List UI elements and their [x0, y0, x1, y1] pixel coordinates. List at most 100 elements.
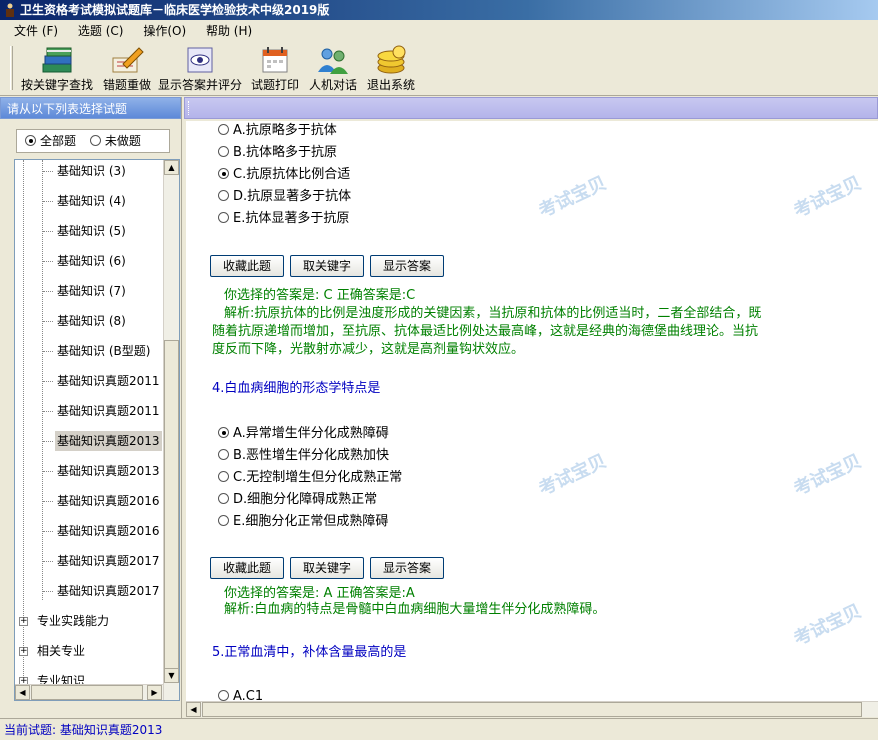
- tree-leaf[interactable]: 基础知识 (4): [15, 191, 165, 211]
- menu-file[interactable]: 文件 (F): [6, 20, 66, 42]
- tree-leaf[interactable]: 基础知识 (B型题): [15, 341, 165, 361]
- toolbar: 按关键字查找 错题重做 显示答案并评分 试题打印 人机对话 退出系统: [0, 42, 878, 96]
- tree-horizontal-scrollbar[interactable]: ◀ ▶: [15, 684, 163, 700]
- expand-plus-icon[interactable]: +: [19, 647, 28, 656]
- tree-leaf-selected[interactable]: 基础知识真题2013: [15, 431, 165, 451]
- tree-leaf[interactable]: 基础知识 (3): [15, 161, 165, 181]
- tree-leaf[interactable]: 基础知识真题2011 (B型: [15, 401, 179, 421]
- tree-leaf[interactable]: 基础知识真题2017 (B型: [15, 581, 179, 601]
- watermark: 考试宝贝: [790, 600, 865, 651]
- q3-option-b[interactable]: B.抗体略多于抗原: [218, 143, 337, 163]
- q3-answer: 你选择的答案是: C 正确答案是:C: [224, 288, 416, 303]
- q4-radio-d[interactable]: [218, 493, 229, 504]
- menu-select[interactable]: 选题 (C): [70, 20, 132, 42]
- q3-explain-line-1: 解析:抗原抗体的比例是浊度形成的关键因素，当抗原和抗体的比例适当时，二者全部结合…: [224, 306, 762, 321]
- tree-leaf[interactable]: 基础知识真题2017: [15, 551, 165, 571]
- scroll-left-icon[interactable]: ◀: [15, 685, 30, 700]
- q4-question: 4.白血病细胞的形态学特点是: [212, 381, 381, 396]
- filter-all-option[interactable]: 全部题: [25, 130, 76, 152]
- q3-keyword-button[interactable]: 取关键字: [290, 255, 364, 277]
- tree-leaf[interactable]: 基础知识 (5): [15, 221, 165, 241]
- menu-operate[interactable]: 操作(O): [135, 20, 194, 42]
- menu-help[interactable]: 帮助 (H): [198, 20, 260, 42]
- q3-option-d[interactable]: D.抗原显著多于抗体: [218, 187, 351, 207]
- answer-eye-icon: [187, 47, 213, 73]
- tree-leaf[interactable]: 基础知识 (8): [15, 311, 165, 331]
- q3-explain-line-3: 度反而下降，光散射亦减少，这就是高剂量钩状效应。: [212, 342, 525, 357]
- q4-option-a[interactable]: A.异常增生伴分化成熟障碍: [218, 424, 389, 444]
- tree-leaf[interactable]: 基础知识真题2011: [15, 371, 165, 391]
- scroll-right-icon[interactable]: ▶: [147, 685, 162, 700]
- question-tree: 基础知识 (3) 基础知识 (4) 基础知识 (5) 基础知识 (6) 基础知识…: [14, 159, 180, 701]
- scroll-down-icon[interactable]: ▼: [164, 668, 179, 683]
- q3-radio-e[interactable]: [218, 212, 229, 223]
- status-bar: 当前试题: 基础知识真题2013: [0, 718, 878, 740]
- content-panel-header: [184, 97, 878, 119]
- tree-vertical-scrollbar[interactable]: ▲ ▼: [163, 160, 179, 700]
- watermark: 考试宝贝: [535, 172, 610, 223]
- q4-radio-e[interactable]: [218, 515, 229, 526]
- watermark: 考试宝贝: [535, 450, 610, 501]
- app-icon: [6, 3, 14, 17]
- q4-explain: 解析:白血病的特点是骨髓中白血病细胞大量增生伴分化成熟障碍。: [224, 602, 606, 617]
- title-bar: 卫生资格考试模拟试题库－临床医学检验技术中级2019版: [0, 0, 878, 20]
- q3-option-a[interactable]: A.抗原略多于抗体: [218, 121, 337, 141]
- q4-option-c[interactable]: C.无控制增生但分化成熟正常: [218, 468, 402, 488]
- question-list-panel: 请从以下列表选择试题 全部题 未做题 基础知识 (3) 基础知识 (4) 基础知…: [0, 97, 182, 718]
- coins-exit-icon: [377, 45, 406, 74]
- q4-show-answer-button[interactable]: 显示答案: [370, 557, 444, 579]
- q3-option-e[interactable]: E.抗体显著多于抗原: [218, 209, 349, 229]
- q3-radio-c[interactable]: [218, 168, 229, 179]
- q4-radio-b[interactable]: [218, 449, 229, 460]
- print-questions-button[interactable]: 试题打印: [248, 44, 302, 94]
- q4-option-d[interactable]: D.细胞分化障碍成熟正常: [218, 490, 377, 510]
- tree-branch-practice[interactable]: + 专业实践能力: [15, 611, 165, 631]
- tree-leaf[interactable]: 基础知识真题2016: [15, 491, 165, 511]
- q3-show-answer-button[interactable]: 显示答案: [370, 255, 444, 277]
- expand-plus-icon[interactable]: +: [19, 617, 28, 626]
- books-icon: [42, 47, 72, 73]
- scroll-up-icon[interactable]: ▲: [164, 160, 179, 175]
- radio-undone[interactable]: [89, 135, 101, 146]
- q4-keyword-button[interactable]: 取关键字: [290, 557, 364, 579]
- q3-radio-a[interactable]: [218, 124, 229, 135]
- radio-all[interactable]: [25, 135, 36, 146]
- tree-hscroll-thumb[interactable]: [31, 685, 143, 700]
- q3-radio-b[interactable]: [218, 146, 229, 157]
- wrong-redo-button[interactable]: 错题重做: [100, 44, 154, 94]
- tree-leaf[interactable]: 基础知识 (6): [15, 251, 165, 271]
- tree-leaf[interactable]: 基础知识真题2013 (B型: [15, 461, 179, 481]
- q4-radio-a[interactable]: [218, 427, 229, 438]
- tree-scroll-thumb[interactable]: [164, 340, 179, 680]
- window-title: 卫生资格考试模拟试题库－临床医学检验技术中级2019版: [20, 3, 330, 17]
- content-hscroll-thumb[interactable]: [202, 702, 862, 717]
- keyword-search-button[interactable]: 按关键字查找: [18, 44, 96, 94]
- q5-question: 5.正常血清中，补体含量最高的是: [212, 645, 407, 660]
- q5-option-a[interactable]: A.C1: [218, 687, 263, 701]
- people-chat-icon: [318, 48, 348, 74]
- q3-collect-button[interactable]: 收藏此题: [210, 255, 284, 277]
- show-answer-score-button[interactable]: 显示答案并评分: [156, 44, 244, 94]
- pencil-paper-icon: [112, 47, 144, 73]
- toolbar-grip[interactable]: [10, 46, 13, 90]
- tree-leaf[interactable]: 基础知识真题2016 (B型: [15, 521, 179, 541]
- question-content[interactable]: 考试宝贝 考试宝贝 考试宝贝 考试宝贝 考试宝贝 A.抗原略多于抗体 B.抗体略…: [186, 121, 878, 701]
- tree-branch-related[interactable]: + 相关专业: [15, 641, 165, 661]
- content-horizontal-scrollbar[interactable]: ◀: [186, 701, 878, 717]
- q3-option-c[interactable]: C.抗原抗体比例合适: [218, 165, 350, 185]
- filter-undone-option[interactable]: 未做题: [89, 130, 141, 152]
- q4-radio-c[interactable]: [218, 471, 229, 482]
- filter-radio-group: 全部题 未做题: [16, 129, 170, 153]
- scroll-left-icon[interactable]: ◀: [186, 702, 201, 717]
- q3-radio-d[interactable]: [218, 190, 229, 201]
- tree-leaf[interactable]: 基础知识 (7): [15, 281, 165, 301]
- human-machine-dialog-button[interactable]: 人机对话: [306, 44, 360, 94]
- q5-radio-a[interactable]: [218, 690, 229, 701]
- q4-option-e[interactable]: E.细胞分化正常但成熟障碍: [218, 512, 388, 532]
- q3-explain-line-2: 随着抗原递增而增加，至抗原、抗体最适比例处达最高峰，这就是经典的海德堡曲线理论。…: [212, 324, 759, 339]
- q4-collect-button[interactable]: 收藏此题: [210, 557, 284, 579]
- q4-option-b[interactable]: B.恶性增生伴分化成熟加快: [218, 446, 389, 466]
- header-grip: [188, 101, 191, 115]
- exit-system-button[interactable]: 退出系统: [364, 44, 418, 94]
- watermark: 考试宝贝: [790, 172, 865, 223]
